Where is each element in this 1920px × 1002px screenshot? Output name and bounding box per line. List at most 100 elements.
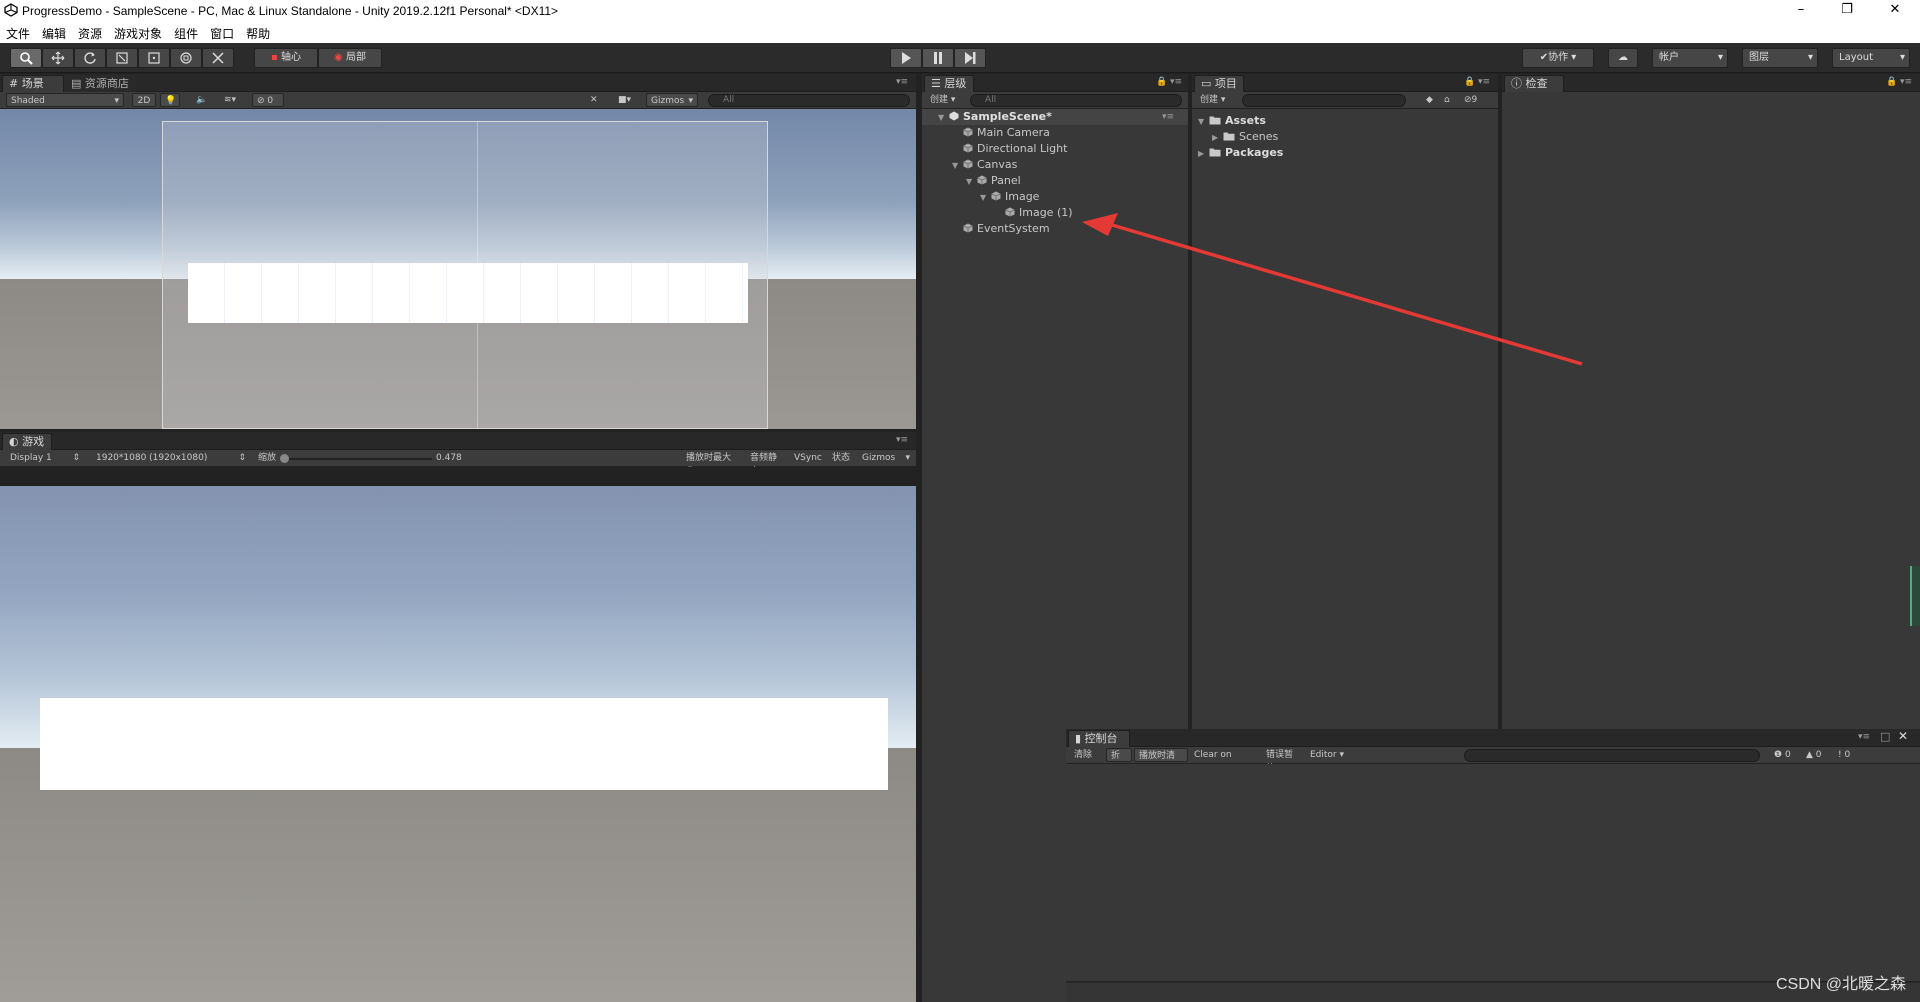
effects-dropdown[interactable]: ≋▾	[220, 93, 248, 107]
console-clear-button[interactable]: 清除	[1070, 748, 1098, 762]
play-button[interactable]	[890, 48, 922, 68]
hierarchy-item[interactable]: ▼ Canvas	[952, 157, 1017, 173]
tab-inspector[interactable]: ⓘ 检查器	[1504, 75, 1564, 106]
project-create-dropdown[interactable]: 创建 ▾	[1196, 93, 1230, 107]
panel-menu-icon[interactable]: ▾≡	[896, 435, 908, 445]
layout-dropdown[interactable]: Layout ▾	[1832, 48, 1910, 68]
scene-search-input[interactable]: All	[708, 94, 910, 107]
console-clear-on-play-toggle[interactable]: 播放时清除	[1134, 748, 1188, 775]
hierarchy-item[interactable]: EventSystem	[952, 221, 1050, 237]
tab-hierarchy[interactable]: ☰ 层级	[924, 75, 974, 92]
tab-console[interactable]: ▮ 控制台	[1068, 730, 1130, 747]
fold-open-icon[interactable]: ▼	[1198, 114, 1206, 130]
lock-icon[interactable]: 🔒	[1464, 77, 1475, 87]
view-tool-button[interactable]	[10, 48, 42, 68]
console-search-input[interactable]	[1464, 749, 1760, 762]
maximize-on-play-toggle[interactable]: 播放时最大化	[682, 451, 742, 477]
layers-dropdown[interactable]: 图层 ▾	[1742, 48, 1818, 68]
project-hidden-toggle[interactable]: ⊘9	[1460, 93, 1494, 107]
fold-open-icon[interactable]: ▼	[980, 190, 988, 206]
scene-tools-button[interactable]: ✕	[586, 93, 606, 107]
panel-menu-icon[interactable]: ▾≡	[896, 77, 908, 87]
menu-window[interactable]: 窗口	[204, 22, 240, 45]
fold-open-icon[interactable]: ▼	[966, 174, 974, 190]
hierarchy-search-input[interactable]: All	[970, 94, 1182, 107]
project-folder-item[interactable]: ▶ Packages	[1198, 145, 1283, 161]
hierarchy-item[interactable]: ▼ Image	[980, 189, 1039, 205]
console-warning-toggle[interactable]: ▲ 0	[1802, 748, 1830, 762]
vsync-toggle[interactable]: VSync	[790, 451, 824, 465]
display-dropdown[interactable]: Display 1 ⇕	[6, 451, 84, 465]
hierarchy-item[interactable]: ▼ Panel	[966, 173, 1021, 189]
menu-assets[interactable]: 资源	[72, 22, 108, 45]
menu-edit[interactable]: 编辑	[36, 22, 72, 45]
tab-game[interactable]: ◐ 游戏	[2, 433, 52, 450]
hidden-objects-toggle[interactable]: ⊘ 0	[252, 93, 284, 107]
local-toggle[interactable]: ◉ 局部	[318, 48, 382, 68]
menu-component[interactable]: 组件	[168, 22, 204, 45]
console-log-toggle[interactable]: ❶ 0	[1770, 748, 1798, 762]
scale-slider-track[interactable]	[282, 458, 432, 460]
tab-asset-store[interactable]: ▤ 资源商店	[64, 75, 136, 92]
lock-icon[interactable]: 🔒	[1886, 77, 1897, 87]
fold-open-icon[interactable]: ▼	[952, 158, 960, 174]
menu-gameobject[interactable]: 游戏对象	[108, 22, 168, 45]
project-folder-item[interactable]: ▶ Scenes	[1212, 129, 1278, 145]
menu-help[interactable]: 帮助	[240, 22, 276, 45]
fold-closed-icon[interactable]: ▶	[1212, 130, 1220, 146]
fold-open-icon[interactable]: ▼	[938, 110, 946, 126]
panel-menu-icon[interactable]: ▾≡	[1478, 77, 1490, 87]
console-clear-on-build-toggle[interactable]: Clear on Build	[1190, 748, 1260, 774]
panel-menu-icon[interactable]: ▾≡	[1170, 77, 1182, 87]
tab-scene[interactable]: # 场景	[2, 75, 64, 92]
transform-tool-button[interactable]	[170, 48, 202, 68]
hierarchy-create-dropdown[interactable]: 创建 ▾	[926, 93, 960, 107]
pivot-toggle[interactable]: ▪ 轴心	[254, 48, 318, 68]
game-viewport[interactable]	[0, 486, 916, 1002]
filter-by-type-button[interactable]: ◆	[1422, 93, 1438, 107]
close-window-button[interactable]: ✕	[1872, 0, 1918, 22]
rect-tool-button[interactable]	[138, 48, 170, 68]
console-error-pause-toggle[interactable]: 错误暂停	[1262, 748, 1304, 774]
console-log-area[interactable]	[1066, 764, 1920, 982]
lighting-toggle[interactable]: 💡	[160, 93, 180, 107]
account-dropdown[interactable]: 帐户 ▾	[1652, 48, 1728, 68]
2d-toggle[interactable]: 2D	[132, 93, 156, 107]
cloud-button[interactable]: ☁	[1608, 48, 1638, 68]
project-folder-item[interactable]: ▼ Assets	[1198, 113, 1266, 129]
minimize-button[interactable]: –	[1778, 0, 1824, 22]
collab-dropdown[interactable]: ✔协作 ▾	[1522, 48, 1594, 68]
fold-closed-icon[interactable]: ▶	[1198, 146, 1206, 162]
shading-mode-dropdown[interactable]: Shaded ▾	[6, 93, 124, 107]
console-collapse-toggle[interactable]: 折叠	[1106, 748, 1132, 775]
camera-dropdown[interactable]: ■▾	[614, 93, 644, 107]
hierarchy-item[interactable]: Directional Light	[952, 141, 1067, 157]
close-panel-icon[interactable]: ✕	[1898, 729, 1908, 743]
hierarchy-scene-row[interactable]: ▼ SampleScene* ▾≡	[938, 109, 1174, 126]
scale-slider-thumb[interactable]	[280, 454, 289, 463]
scene-menu-icon[interactable]: ▾≡	[1162, 109, 1174, 125]
custom-tool-button[interactable]	[202, 48, 234, 68]
console-error-toggle[interactable]: ! 0	[1834, 748, 1862, 762]
mute-audio-toggle[interactable]: 音频静音	[746, 451, 788, 477]
move-tool-button[interactable]	[42, 48, 74, 68]
maximize-button[interactable]: ❐	[1824, 0, 1870, 22]
game-gizmos-dropdown[interactable]: Gizmos ▾	[858, 451, 914, 465]
panel-menu-icon[interactable]: ▾≡	[1858, 732, 1870, 742]
scene-viewport[interactable]	[0, 109, 916, 429]
pause-button[interactable]	[922, 48, 954, 68]
tab-project[interactable]: ▭ 项目	[1194, 75, 1244, 92]
resolution-dropdown[interactable]: 1920*1080 (1920x1080) ⇕	[92, 451, 250, 465]
audio-toggle[interactable]: 🔈	[192, 93, 212, 107]
filter-by-label-button[interactable]: ⌂	[1440, 93, 1456, 107]
hierarchy-item[interactable]: Main Camera	[952, 125, 1050, 141]
stats-toggle[interactable]: 状态	[828, 451, 856, 465]
project-search-input[interactable]	[1242, 94, 1406, 107]
rotate-tool-button[interactable]	[74, 48, 106, 68]
console-editor-dropdown[interactable]: Editor ▾	[1306, 748, 1352, 762]
maximize-panel-icon[interactable]: □	[1880, 730, 1890, 743]
menu-file[interactable]: 文件	[0, 22, 36, 45]
hierarchy-item[interactable]: Image (1)	[994, 205, 1073, 221]
scale-tool-button[interactable]	[106, 48, 138, 68]
panel-menu-icon[interactable]: ▾≡	[1900, 77, 1912, 87]
